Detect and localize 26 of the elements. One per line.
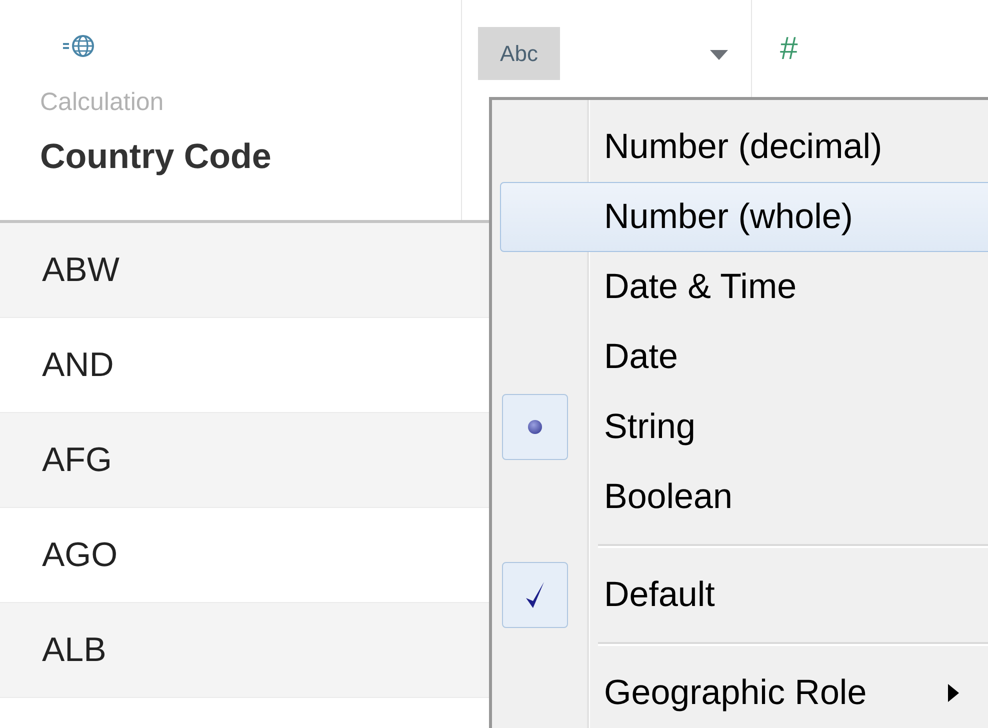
menu-item[interactable]: Date: [500, 322, 988, 392]
menu-item[interactable]: String: [500, 392, 988, 462]
menu-item[interactable]: Number (whole): [500, 182, 988, 252]
menu-item[interactable]: Date & Time: [500, 252, 988, 322]
menu-item[interactable]: Boolean: [500, 462, 988, 532]
menu-item-label: Number (whole): [604, 197, 853, 237]
menu-item-label: Date: [604, 337, 678, 377]
caret-icon[interactable]: [710, 50, 728, 60]
menu-item-label: String: [604, 407, 696, 447]
column-title: Country Code: [40, 137, 272, 177]
menu-item-label: Default: [604, 575, 715, 615]
menu-item-label: Boolean: [604, 477, 732, 517]
table-cell: AFG: [42, 440, 112, 480]
table-cell: ABW: [42, 250, 120, 290]
menu-item-label: Date & Time: [604, 267, 797, 307]
menu-item-label: Number (decimal): [604, 127, 882, 167]
calculated-globe-icon: [62, 34, 96, 58]
table-cell: AND: [42, 346, 114, 384]
calculation-label: Calculation: [40, 88, 165, 117]
menu-item-label: Geographic Role: [604, 673, 867, 713]
menu-item[interactable]: Geographic Role: [500, 658, 988, 728]
table-cell: ALB: [42, 630, 106, 670]
menu-item[interactable]: Default: [500, 560, 988, 630]
table-cell: AGO: [42, 536, 118, 574]
menu-item[interactable]: Number (decimal): [500, 112, 988, 182]
data-type-button[interactable]: Abc: [478, 27, 560, 80]
